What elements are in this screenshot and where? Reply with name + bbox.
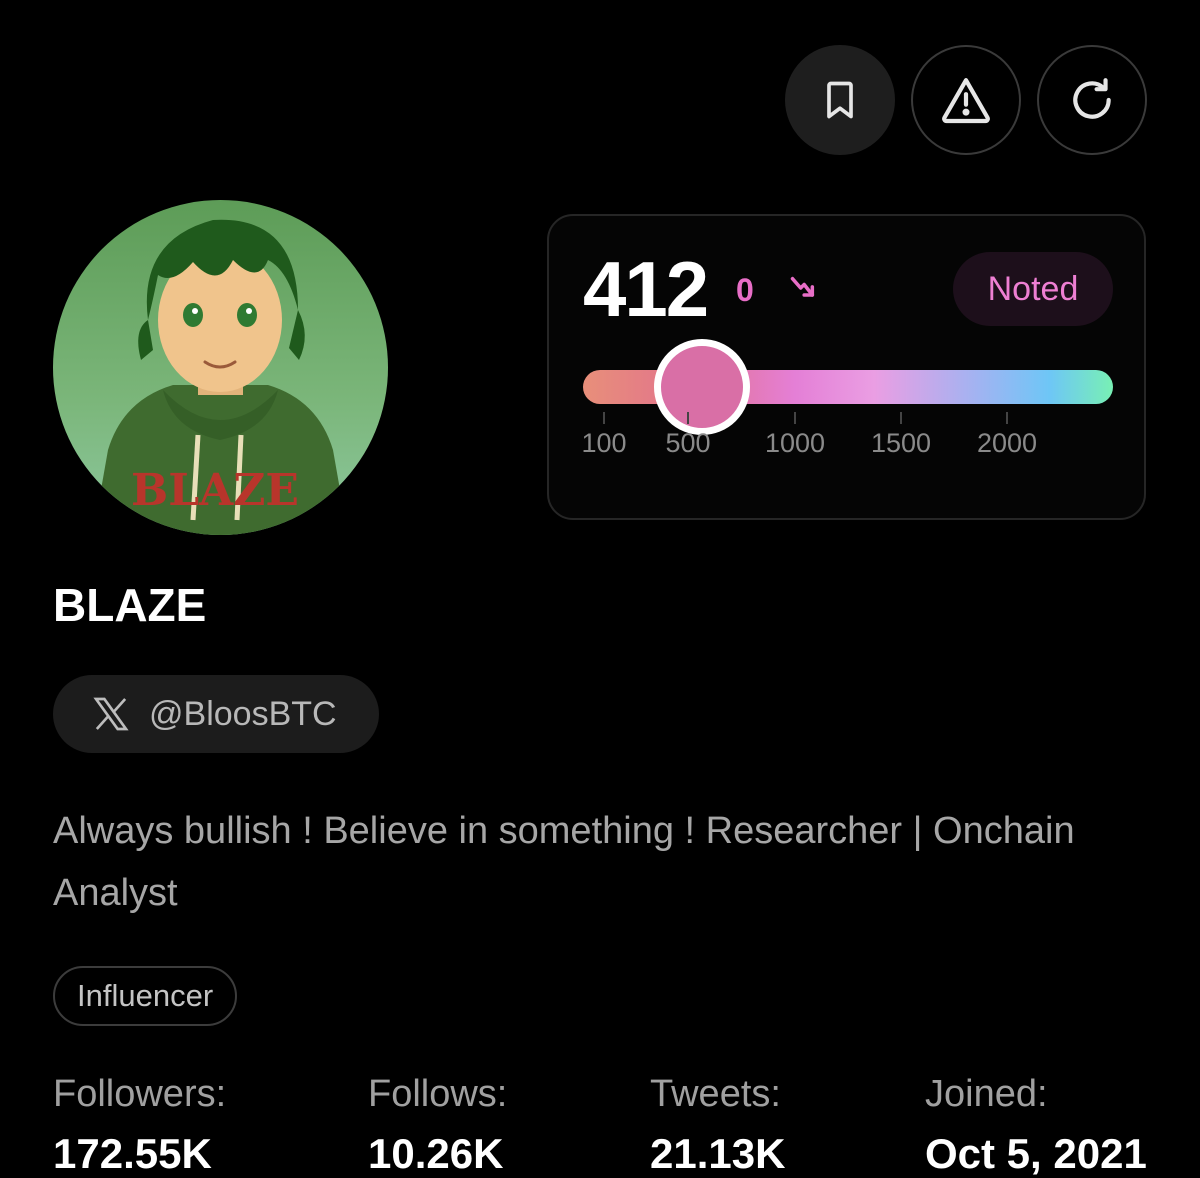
stat-follows-label: Follows: (368, 1073, 508, 1115)
profile-name: BLAZE (53, 579, 207, 631)
refresh-icon (1073, 78, 1111, 119)
scale-label: 2000 (976, 428, 1038, 458)
scale-label: 500 (665, 428, 711, 458)
report-button[interactable] (911, 45, 1021, 155)
score-value: 412 (583, 245, 709, 333)
profile-bio: Always bullish ! Believe in something ! … (53, 810, 1075, 914)
stat-follows-value: 10.26K (368, 1130, 504, 1177)
warning-triangle-icon (942, 78, 990, 124)
x-handle-link[interactable]: @BloosBTC (53, 675, 379, 753)
avatar: BLAZE (53, 200, 388, 535)
scale-label: 1500 (870, 428, 932, 458)
stat-tweets-value: 21.13K (650, 1130, 786, 1177)
score-slider-thumb[interactable] (654, 339, 750, 435)
stat-joined-label: Joined: (925, 1073, 1048, 1115)
category-tag: Influencer (53, 966, 238, 1026)
bookmark-icon (827, 81, 853, 119)
bookmark-button[interactable] (785, 45, 895, 155)
top-actions (785, 45, 1147, 155)
stat-tweets-label: Tweets: (650, 1073, 781, 1115)
avatar-hoodie-text: BLAZE (131, 465, 299, 516)
x-logo-icon (93, 697, 129, 731)
status-badge: Noted (953, 252, 1113, 326)
scale-tick (1006, 412, 1008, 424)
scale-tick (603, 412, 605, 424)
scale-tick (900, 412, 902, 424)
trend-down-icon (790, 276, 815, 297)
stat-followers-label: Followers: (53, 1073, 227, 1115)
scale-label: 100 (581, 428, 627, 458)
x-handle: @BloosBTC (149, 694, 337, 733)
score-card: 412 0 Noted 100 500 1000 1500 2000 (547, 214, 1146, 520)
score-delta: 0 (736, 272, 754, 308)
refresh-button[interactable] (1037, 45, 1147, 155)
scale-label: 1000 (764, 428, 826, 458)
stat-joined-value: Oct 5, 2021 (925, 1130, 1147, 1177)
scale-tick (794, 412, 796, 424)
stat-followers-value: 172.55K (53, 1130, 212, 1177)
scale-tick (687, 412, 689, 424)
